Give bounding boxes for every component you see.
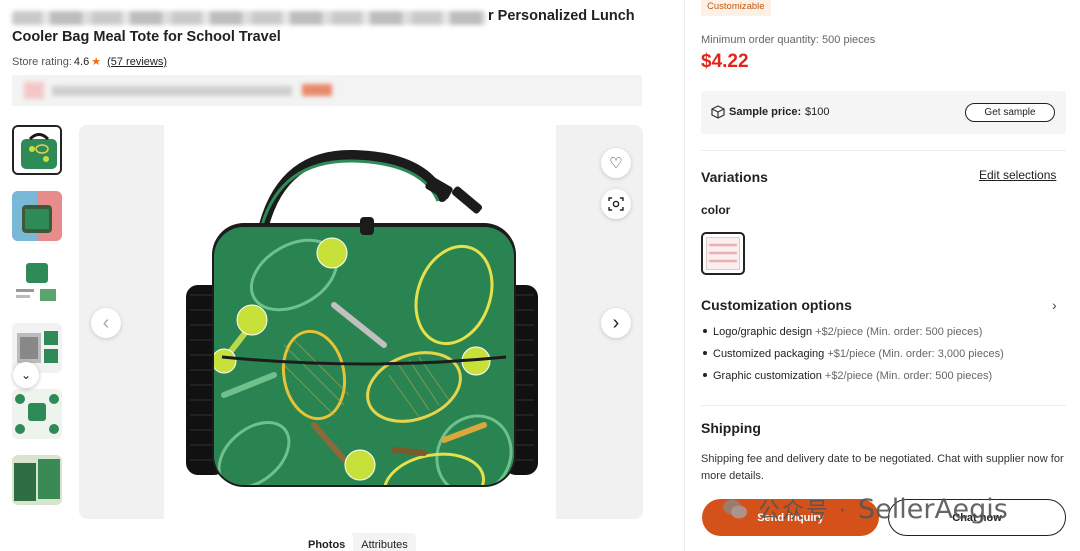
reviews-link[interactable]: (57 reviews) bbox=[107, 56, 167, 68]
sample-price-label: Sample price: bbox=[729, 106, 802, 118]
supplier-badge-blurred bbox=[302, 84, 332, 96]
supplier-logo bbox=[24, 82, 44, 99]
gallery-tabs: Photos Attributes bbox=[300, 533, 416, 551]
chevron-down-icon: ⌄ bbox=[20, 368, 32, 382]
star-icon: ★ bbox=[91, 56, 102, 68]
thumbnail-2[interactable] bbox=[12, 191, 62, 241]
shipping-text: Shipping fee and delivery date to be neg… bbox=[701, 453, 1064, 482]
option-name: Customized packaging bbox=[713, 348, 825, 360]
color-swatch-image bbox=[706, 237, 740, 270]
sample-price-box: Sample price: $100 Get sample bbox=[701, 91, 1066, 134]
thumbnail-3[interactable] bbox=[12, 257, 62, 307]
shipping-title: Shipping bbox=[701, 420, 761, 436]
divider bbox=[701, 150, 1066, 151]
send-inquiry-button[interactable]: Send inquiry bbox=[702, 499, 879, 536]
supplier-bar[interactable] bbox=[12, 75, 642, 106]
list-item: Graphic customization +$2/piece (Min. or… bbox=[701, 370, 1004, 392]
chevron-left-icon: ‹ bbox=[102, 312, 110, 334]
thumbnails-scroll-down-button[interactable]: ⌄ bbox=[13, 362, 39, 388]
edit-selections-link[interactable]: Edit selections bbox=[979, 168, 1056, 182]
option-detail: +$1/piece (Min. order: 3,000 pieces) bbox=[827, 348, 1004, 360]
sample-price-value: $100 bbox=[805, 106, 830, 118]
list-item: Logo/graphic design +$2/piece (Min. orde… bbox=[701, 326, 1004, 348]
chevron-right-icon: › bbox=[612, 312, 620, 334]
gallery-next-button[interactable]: › bbox=[601, 308, 631, 338]
option-detail: +$2/piece (Min. order: 500 pieces) bbox=[815, 326, 983, 338]
product-title-line-2: Cooler Bag Meal Tote for School Travel bbox=[12, 29, 281, 45]
color-label: color bbox=[701, 203, 731, 217]
package-icon bbox=[711, 105, 725, 119]
product-title-visible: r Personalized Lunch bbox=[488, 8, 635, 24]
chevron-right-icon[interactable]: › bbox=[1052, 297, 1057, 313]
price: $4.22 bbox=[701, 51, 749, 72]
list-item: Customized packaging +$1/piece (Min. ord… bbox=[701, 348, 1004, 370]
customization-options-list: Logo/graphic design +$2/piece (Min. orde… bbox=[701, 326, 1004, 392]
main-product-image bbox=[164, 125, 556, 519]
customization-title: Customization options bbox=[701, 297, 852, 313]
supplier-name-blurred bbox=[52, 86, 292, 96]
image-search-icon bbox=[608, 197, 624, 211]
gallery-prev-button[interactable]: ‹ bbox=[91, 308, 121, 338]
chat-now-button[interactable]: Chat now bbox=[888, 499, 1066, 536]
thumbnail-1[interactable] bbox=[12, 125, 62, 175]
store-rating-score: 4.6 bbox=[73, 55, 90, 68]
divider bbox=[701, 405, 1066, 406]
tab-photos[interactable]: Photos bbox=[300, 533, 354, 551]
get-sample-button[interactable]: Get sample bbox=[965, 103, 1055, 122]
product-title-line-1: r Personalized Lunch bbox=[12, 8, 652, 28]
option-name: Graphic customization bbox=[713, 370, 822, 382]
favorite-button[interactable]: ♡ bbox=[601, 148, 631, 178]
store-rating: Store rating: 4.6 ★ (57 reviews) bbox=[12, 55, 167, 69]
heart-icon: ♡ bbox=[609, 155, 623, 172]
blurred-title-text bbox=[12, 11, 486, 25]
minimum-order-text: Minimum order quantity: 500 pieces bbox=[701, 34, 876, 46]
store-rating-label: Store rating: bbox=[12, 55, 72, 68]
option-detail: +$2/piece (Min. order: 500 pieces) bbox=[824, 370, 993, 382]
customizable-badge: Customizable bbox=[701, 0, 771, 16]
image-search-button[interactable] bbox=[601, 189, 631, 219]
column-divider bbox=[684, 0, 685, 551]
tab-attributes[interactable]: Attributes bbox=[353, 533, 415, 551]
color-swatch-selected[interactable] bbox=[701, 232, 745, 275]
option-name: Logo/graphic design bbox=[713, 326, 813, 338]
thumbnail-5[interactable] bbox=[12, 389, 62, 439]
thumbnail-6[interactable] bbox=[12, 455, 62, 505]
product-gallery: ♡ ‹ › bbox=[79, 125, 643, 519]
variations-title: Variations bbox=[701, 169, 768, 185]
